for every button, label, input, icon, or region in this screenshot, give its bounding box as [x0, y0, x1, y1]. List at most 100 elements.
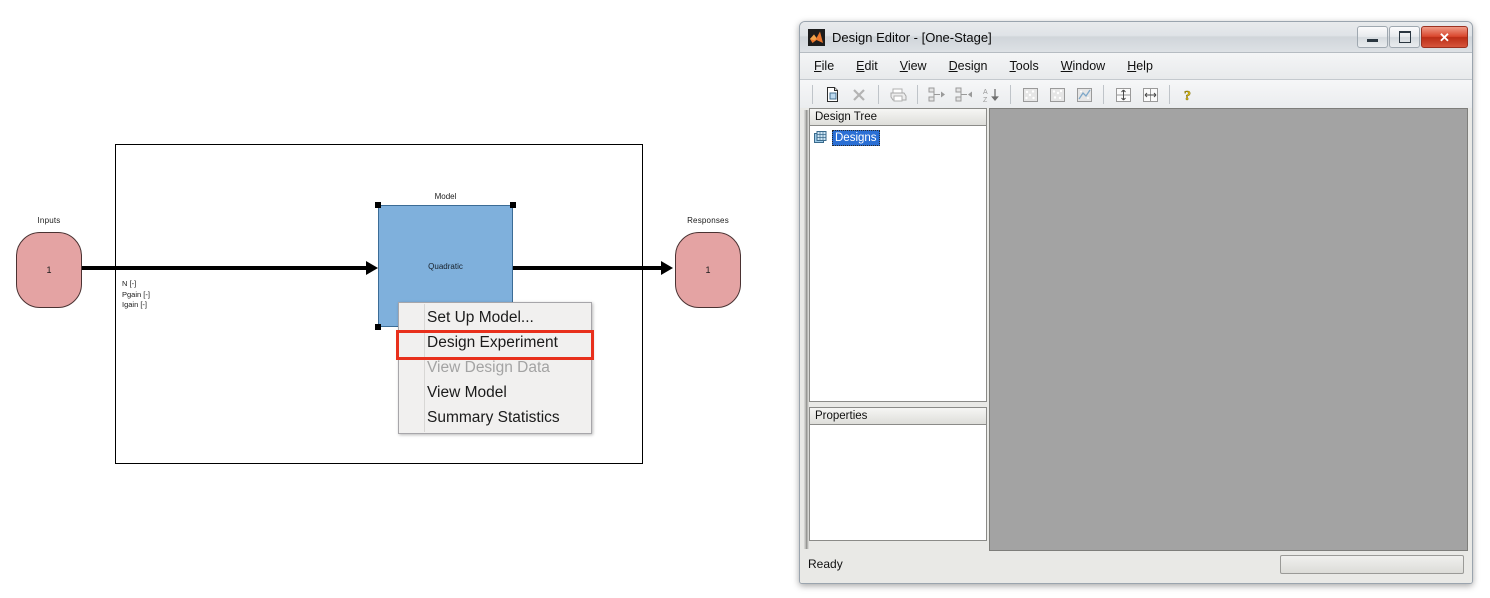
client-area: Design Tree Designs Properties	[800, 108, 1472, 551]
toolbar-separator	[1103, 85, 1104, 104]
toolbar-separator	[878, 85, 879, 104]
matlab-icon	[808, 28, 825, 46]
delete-icon	[853, 88, 865, 101]
promote-design-icon	[928, 87, 945, 101]
output-connector-line	[513, 266, 663, 270]
restore-button[interactable]	[1389, 26, 1420, 48]
print-icon	[890, 88, 907, 101]
signal-label-2: Igain [-]	[122, 300, 148, 309]
menu-design-accel: D	[948, 59, 958, 73]
menu-design-rest: esign	[957, 59, 988, 73]
model-block-label: Model	[434, 192, 457, 201]
view-design-3d-icon	[1049, 87, 1065, 102]
help-icon: ?	[1184, 88, 1192, 103]
menu-view[interactable]: View	[900, 59, 927, 73]
properties-body[interactable]	[809, 425, 987, 541]
menu-view-rest: iew	[907, 59, 927, 73]
menu-window-accel: W	[1060, 59, 1073, 73]
responses-node-value: 1	[705, 265, 711, 275]
menu-item-view-design-data: View Design Data	[427, 359, 550, 376]
menu-help-rest: elp	[1136, 59, 1153, 73]
view-design-2d-button	[1018, 84, 1042, 106]
window-controls: ✕	[1357, 26, 1468, 48]
design-tree-header: Design Tree	[809, 108, 987, 126]
responses-node-label: Responses	[687, 216, 729, 225]
menu-tools-rest: ools	[1015, 59, 1039, 73]
responses-node-shape[interactable]: 1	[675, 232, 741, 308]
menu-file[interactable]: File	[814, 59, 834, 73]
restore-icon	[1398, 31, 1411, 43]
close-button[interactable]: ✕	[1421, 26, 1468, 48]
sort-az-icon: A Z	[983, 88, 999, 103]
signal-label-1: Pgain [-]	[122, 289, 150, 299]
model-block-text: Quadratic	[428, 262, 463, 271]
menu-item-view-model[interactable]: View Model	[399, 380, 591, 405]
minimize-button[interactable]	[1357, 26, 1388, 48]
inputs-node-shape[interactable]: 1	[16, 232, 82, 308]
status-text: Ready	[808, 557, 843, 571]
menu-window[interactable]: Window	[1061, 59, 1105, 73]
menu-edit[interactable]: Edit	[856, 59, 878, 73]
menu-help-accel: H	[1127, 59, 1137, 73]
view-design-3d-button	[1045, 84, 1069, 106]
inputs-node[interactable]: Inputs 1	[16, 216, 82, 308]
tool-bar[interactable]: A Z ?	[800, 80, 1472, 110]
help-button[interactable]: ?	[1177, 84, 1201, 106]
menu-window-rest: indow	[1072, 59, 1106, 73]
delete-button	[847, 84, 871, 106]
view-design-plot-icon	[1076, 87, 1092, 102]
toolbar-separator	[1010, 85, 1011, 104]
demote-design-icon	[955, 87, 972, 101]
signal-label-0: N [-]	[122, 279, 137, 288]
split-vertical-icon	[1142, 87, 1158, 102]
menu-view-accel: V	[899, 59, 908, 73]
promote-design-button	[925, 84, 949, 106]
menu-file-accel: F	[814, 59, 822, 73]
menu-edit-rest: dit	[864, 59, 878, 73]
design-editor-window: Design Editor - [One-Stage] ✕ File Edit …	[799, 21, 1473, 584]
design-tree-body[interactable]: Designs	[809, 126, 987, 402]
menu-help[interactable]: Help	[1127, 59, 1153, 73]
responses-node[interactable]: Responses 1	[675, 216, 741, 308]
selection-handle-top-right[interactable]	[510, 202, 516, 208]
view-design-2d-icon	[1022, 87, 1038, 102]
input-signal-labels: N [-] Pgain [-] Igain [-]	[122, 279, 150, 311]
view-design-plot-button	[1072, 84, 1096, 106]
inputs-node-label: Inputs	[37, 216, 61, 225]
status-progress-panel	[1280, 554, 1464, 574]
model-context-menu[interactable]: Set Up Model... Design Experiment View D…	[398, 302, 592, 434]
svg-text:Z: Z	[983, 97, 988, 103]
designs-grid-icon	[814, 130, 827, 143]
mdi-workspace[interactable]	[989, 108, 1468, 551]
new-design-button[interactable]	[820, 84, 844, 106]
menu-item-set-up-model[interactable]: Set Up Model...	[399, 305, 591, 330]
input-connector-arrowhead	[366, 261, 378, 275]
print-button	[886, 84, 910, 106]
properties-header: Properties	[809, 407, 987, 425]
close-icon: ✕	[1439, 29, 1450, 45]
status-bar: Ready	[800, 551, 1472, 583]
input-connector-line	[82, 266, 374, 270]
menu-item-summary-statistics[interactable]: Summary Statistics	[399, 405, 591, 430]
selection-handle-bottom-left[interactable]	[375, 324, 381, 330]
output-connector-arrowhead	[661, 261, 673, 275]
left-pane: Design Tree Designs Properties	[809, 108, 987, 551]
menu-tools[interactable]: Tools	[1010, 59, 1039, 73]
toolbar-separator	[917, 85, 918, 104]
block-diagram-panel: Inputs 1 N [-] Pgain [-] Igain [-] Model…	[0, 0, 790, 598]
inputs-node-value: 1	[46, 265, 52, 275]
menu-bar[interactable]: File Edit View Design Tools Window Help	[800, 53, 1472, 80]
menu-item-design-experiment[interactable]: Design Experiment	[399, 330, 591, 355]
minimize-icon	[1367, 38, 1378, 42]
toolbar-separator	[1169, 85, 1170, 104]
title-bar[interactable]: Design Editor - [One-Stage] ✕	[800, 22, 1472, 53]
svg-text:?: ?	[1184, 89, 1191, 103]
selection-handle-top-left[interactable]	[375, 202, 381, 208]
svg-text:A: A	[983, 89, 988, 96]
new-design-icon	[826, 87, 838, 102]
split-vertical-button	[1138, 84, 1162, 106]
menu-file-rest: ile	[821, 59, 835, 73]
split-horizontal-button	[1111, 84, 1135, 106]
menu-design[interactable]: Design	[949, 59, 988, 73]
tree-item-designs[interactable]: Designs	[814, 130, 880, 146]
